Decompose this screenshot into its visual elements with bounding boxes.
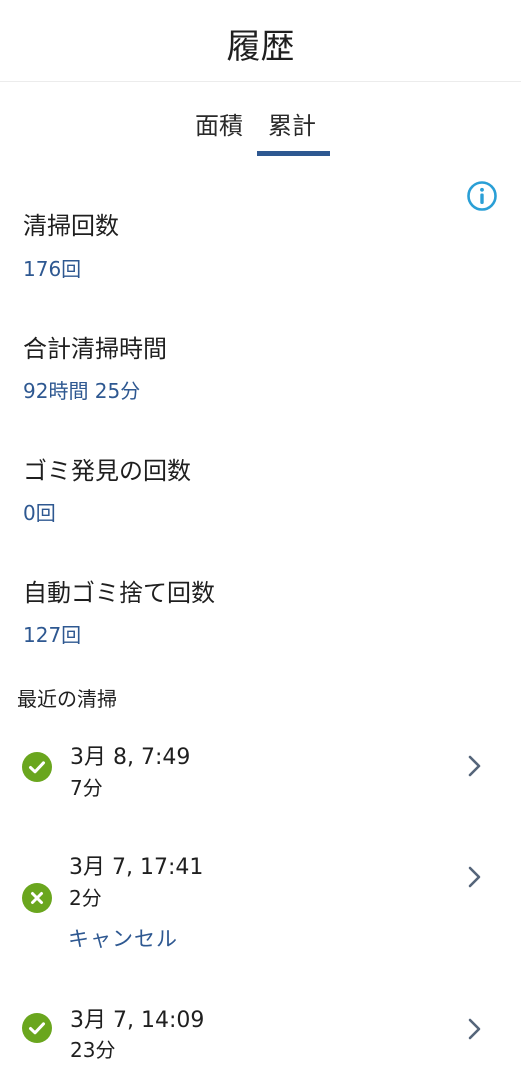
x-circle-icon xyxy=(22,883,52,913)
stat-label: 自動ゴミ捨て回数 xyxy=(23,579,215,607)
tab-total[interactable]: 累計 xyxy=(268,106,316,141)
cleaning-status-note: キャンセル xyxy=(68,927,178,951)
check-circle-icon xyxy=(22,752,52,782)
stat-value: 176回 xyxy=(23,257,82,281)
recent-cleaning-row[interactable]: 3月 7, 14:09 23分 xyxy=(0,990,521,1080)
recent-cleanings-title: 最近の清掃 xyxy=(17,687,117,711)
header-bar: 履歴 xyxy=(0,0,521,82)
recent-cleaning-row[interactable]: 3月 7, 17:41 2分 キャンセル xyxy=(0,835,521,965)
stat-label: 合計清掃時間 xyxy=(23,335,167,363)
chevron-right-icon xyxy=(468,1018,481,1040)
page-title: 履歴 xyxy=(226,27,295,67)
cleaning-date: 3月 8, 7:49 xyxy=(70,745,191,770)
cleaning-duration: 23分 xyxy=(70,1038,116,1062)
stat-value: 0回 xyxy=(23,501,56,525)
check-circle-icon xyxy=(22,1013,52,1043)
stat-label: ゴミ発見の回数 xyxy=(23,457,191,485)
recent-cleaning-row[interactable]: 3月 8, 7:49 7分 xyxy=(0,725,521,815)
cleaning-date: 3月 7, 14:09 xyxy=(70,1008,205,1033)
stat-label: 清掃回数 xyxy=(23,212,119,240)
tab-area[interactable]: 面積 xyxy=(195,106,243,141)
info-icon[interactable] xyxy=(466,180,498,212)
stat-value: 92時間 25分 xyxy=(23,379,141,403)
chevron-right-icon xyxy=(468,755,481,777)
active-tab-indicator xyxy=(257,151,330,156)
tab-bar: 面積 累計 xyxy=(0,100,521,158)
cleaning-duration: 7分 xyxy=(70,776,103,800)
cleaning-duration: 2分 xyxy=(69,886,102,910)
cleaning-date: 3月 7, 17:41 xyxy=(69,855,204,880)
chevron-right-icon xyxy=(468,866,481,888)
stat-value: 127回 xyxy=(23,623,82,647)
